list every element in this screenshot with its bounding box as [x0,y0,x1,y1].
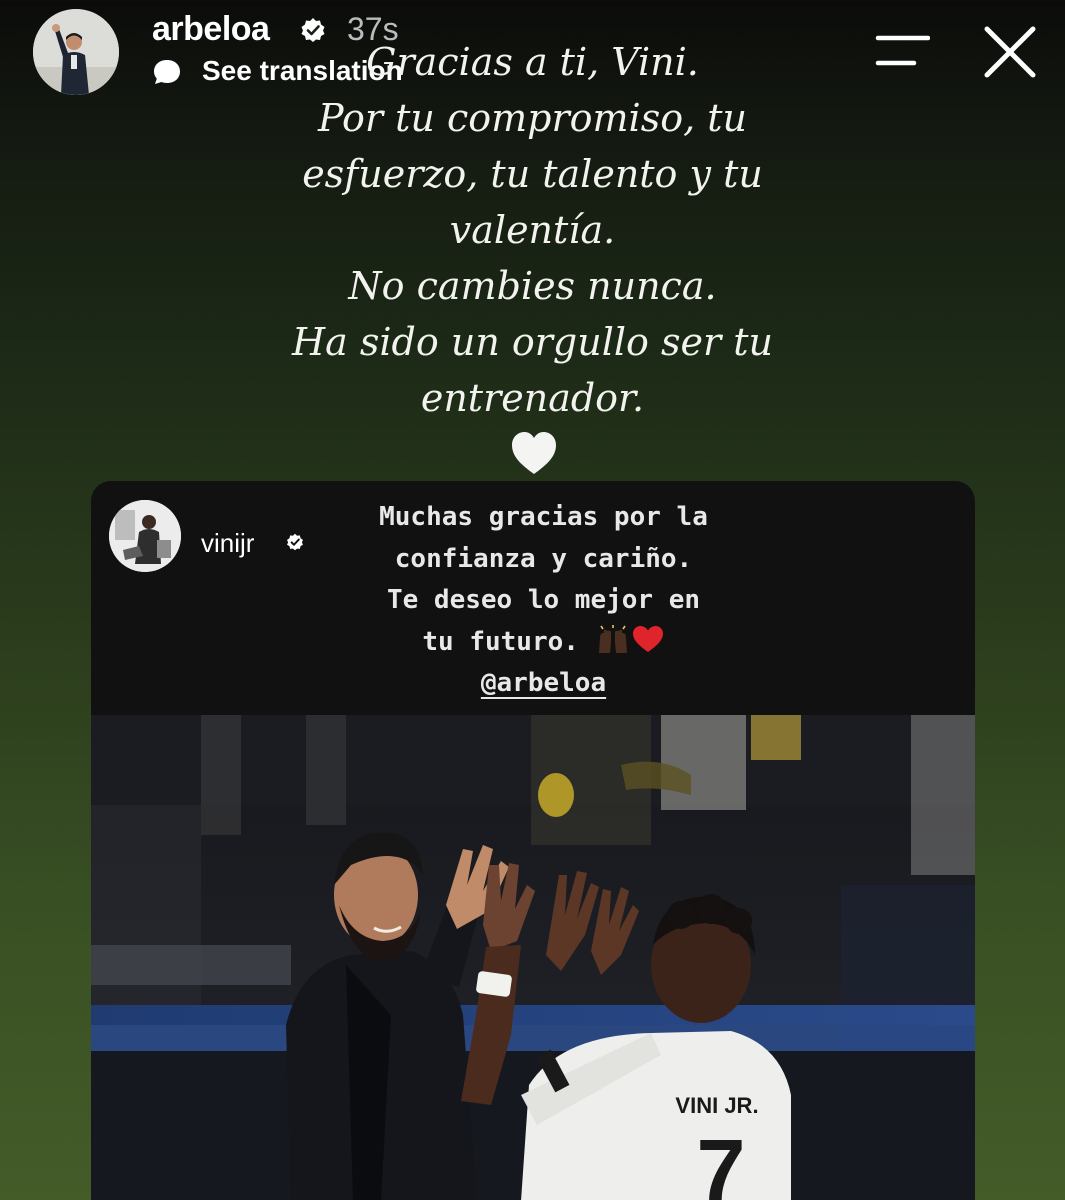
shared-post-message-line: Te deseo lo mejor en [386,585,701,615]
white-heart-icon [512,432,556,474]
story-caption-line: esfuerzo, tu talento y tu [302,152,763,196]
shared-post-message-line: confianza y cariño. [394,543,693,574]
profile-avatar[interactable] [33,9,119,95]
shared-post-photo-image: VINI JR. 7 [91,715,975,1200]
mention-link[interactable]: @arbeloa [271,663,816,705]
jersey-number-text: 7 [697,1121,746,1200]
translate-bubble-icon[interactable] [152,58,182,86]
raising-hands-icon [598,624,627,653]
shared-post-photo: VINI JR. 7 [91,715,975,1200]
story-caption-line: valentía. [449,208,616,252]
shared-post-message-line: Muchas gracias por la [379,502,708,532]
shared-post-message-line: tu futuro. [422,626,579,657]
close-icon[interactable] [982,24,1038,80]
story-caption: Gracias a ti, Vini. Por tu compromiso, t… [180,34,885,426]
shared-post-avatar-image [109,500,181,572]
shared-post-message: Muchas gracias por la confianza y cariño… [271,497,816,705]
red-heart-icon [632,625,663,652]
shared-post-username[interactable]: vinijr [201,528,254,559]
story-caption-line: No cambies nunca. [348,264,717,308]
story-caption-line: Ha sido un orgullo ser tu [292,320,773,364]
profile-avatar-image [33,9,119,95]
shared-post-avatar[interactable] [109,500,181,572]
story-caption-line: entrenador. [420,376,645,420]
jersey-name-text: VINI JR. [675,1093,758,1118]
shared-story-card[interactable]: vinijr Muchas gracias por la confianza y… [91,481,975,1200]
story-caption-line: Por tu compromiso, tu [317,96,747,140]
shared-post-message-line-with-emojis: tu futuro. [271,622,816,664]
story-caption-line: Gracias a ti, Vini. [366,40,699,84]
